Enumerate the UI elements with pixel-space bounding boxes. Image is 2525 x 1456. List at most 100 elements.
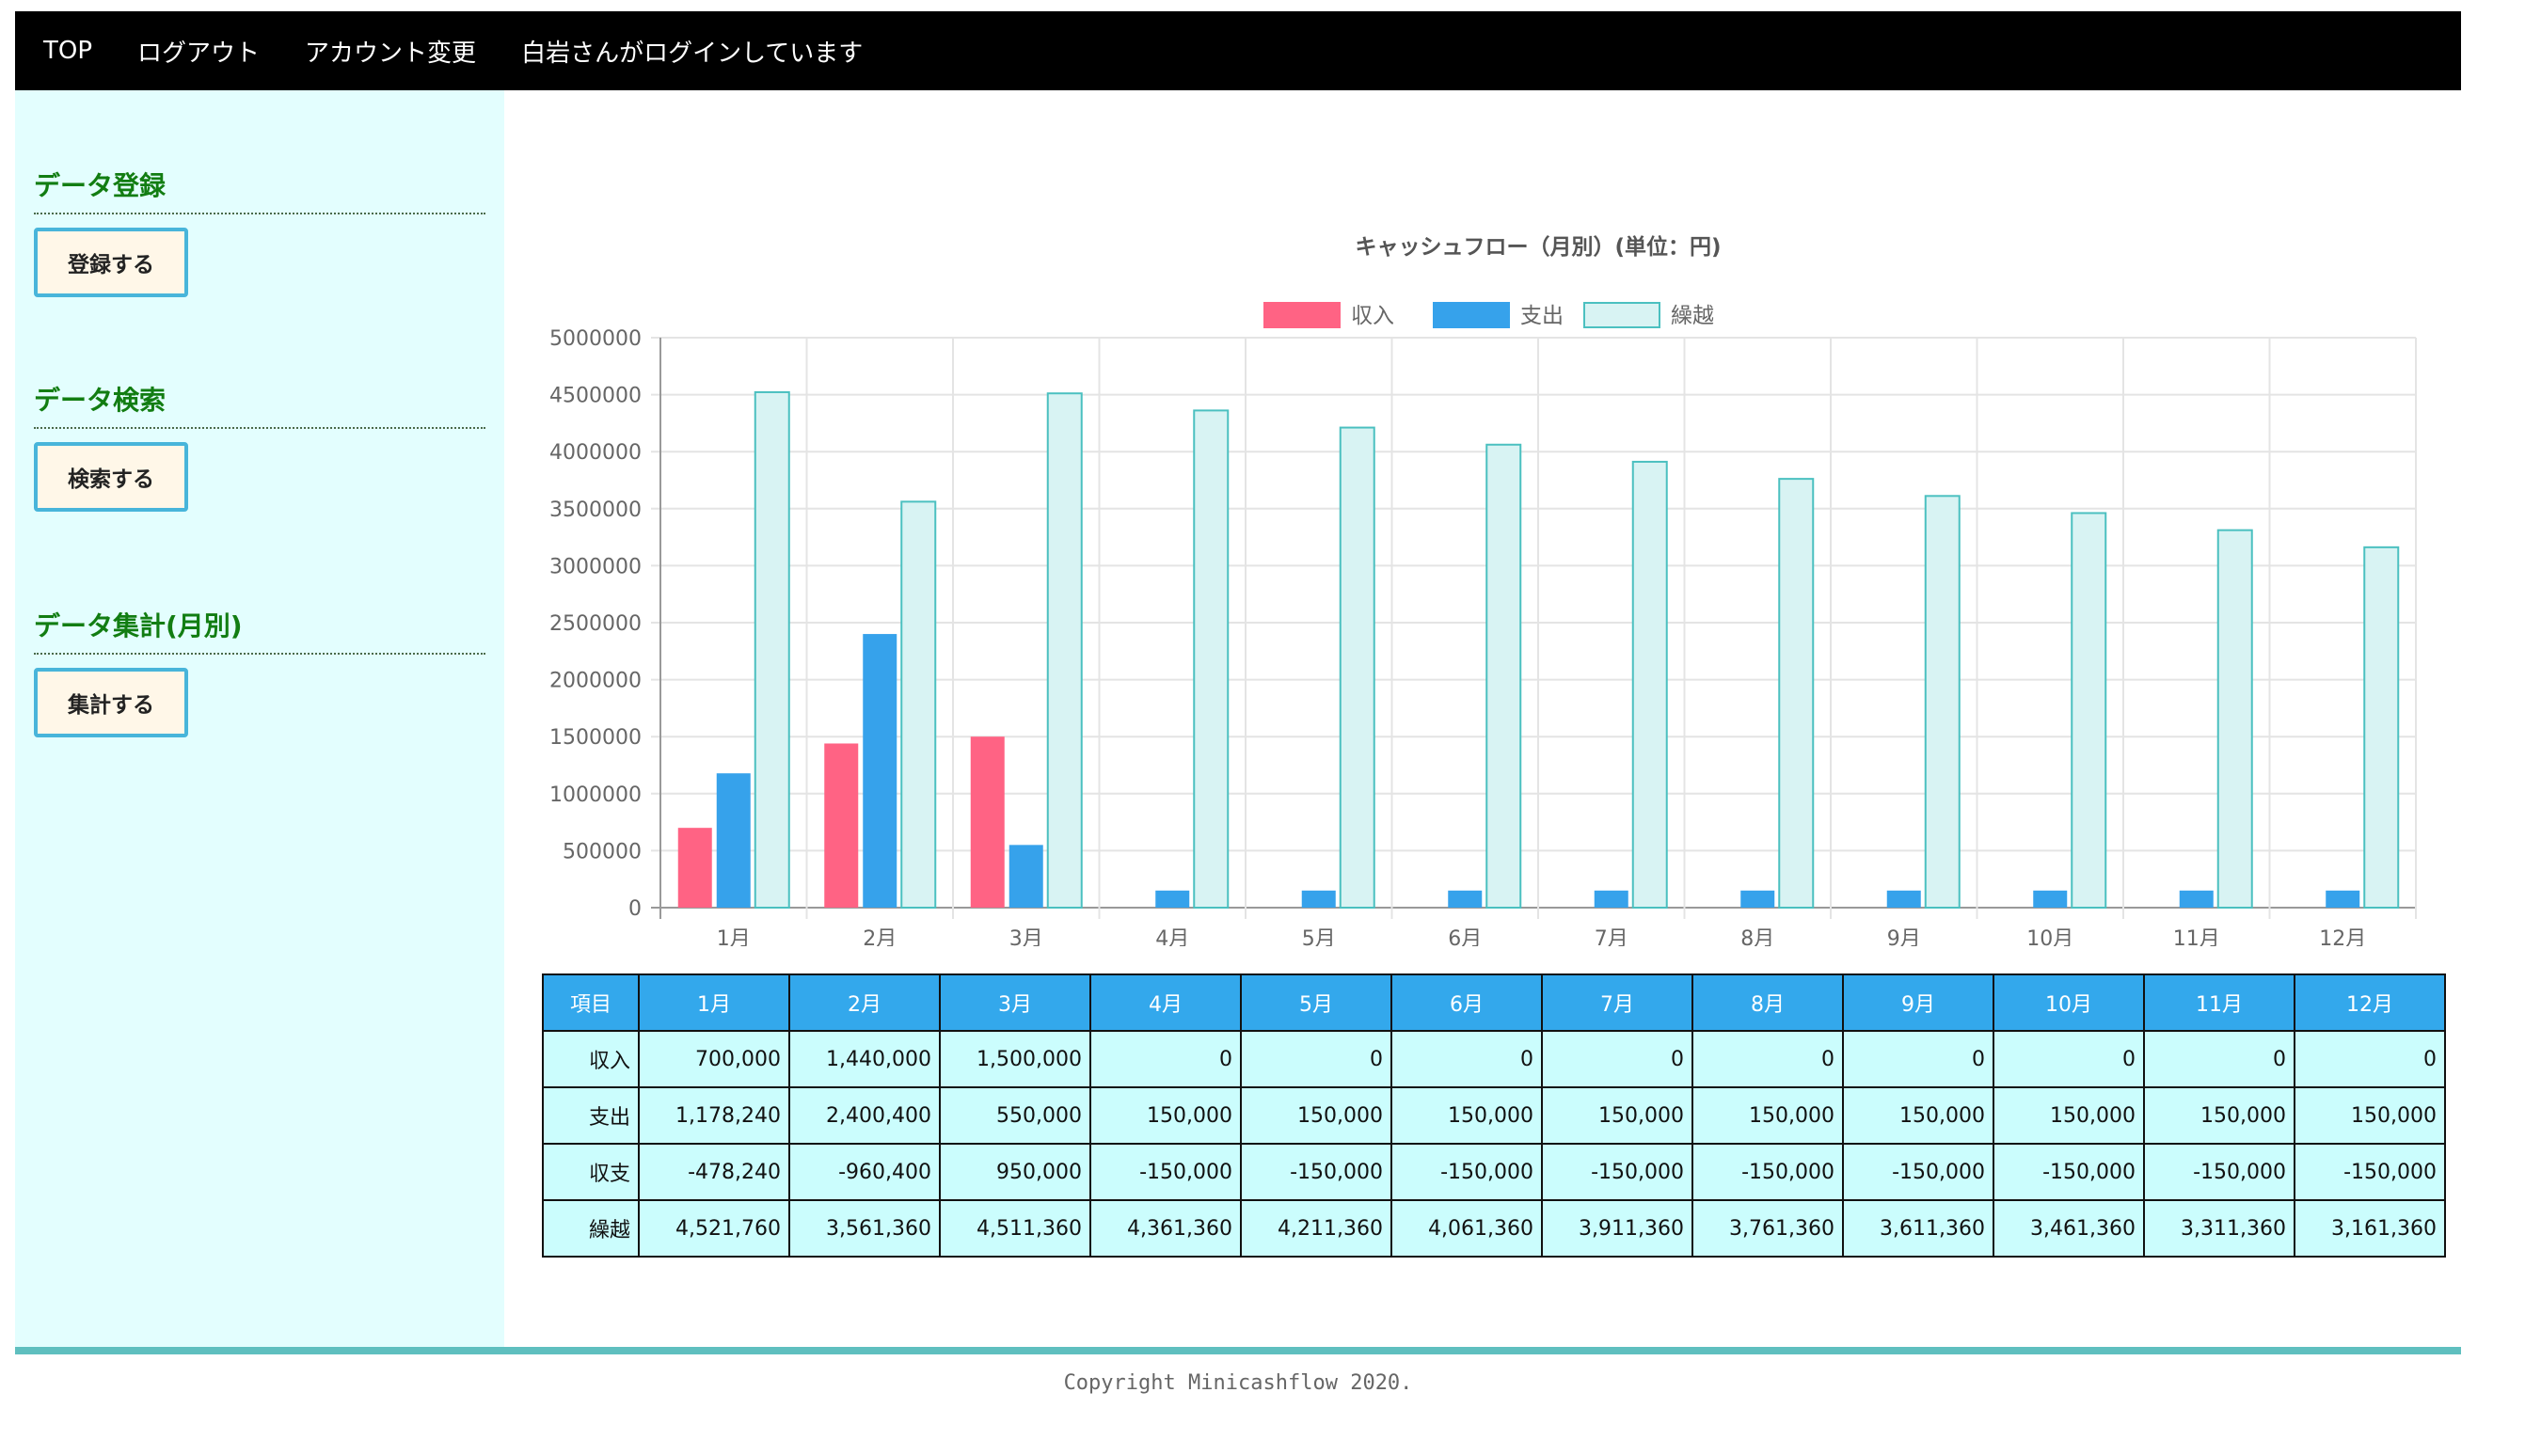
table-cell: 0 [1240, 1030, 1392, 1088]
table-cell: -150,000 [1691, 1143, 1844, 1201]
legend-swatch [1263, 302, 1341, 328]
summary-button[interactable]: 集計する [34, 668, 188, 737]
top-nav: TOP ログアウト アカウント変更 白岩さんがログインしています [15, 11, 2461, 90]
register-section: データ登録 登録する [34, 166, 485, 297]
table-header-month: 9月 [1842, 973, 1994, 1032]
table-header-month: 10月 [1993, 973, 2145, 1032]
legend-label: 支出 [1520, 304, 1564, 328]
table-cell: 550,000 [939, 1086, 1091, 1145]
chart-title: キャッシュフロー（月別）(単位：円) [1355, 234, 1721, 260]
bar [1339, 426, 1375, 909]
table-cell: 150,000 [1089, 1086, 1242, 1145]
table-header-month: 1月 [638, 973, 790, 1032]
table-header-month: 8月 [1691, 973, 1844, 1032]
y-tick-label: 4500000 [549, 385, 642, 408]
bar [1046, 392, 1083, 910]
table-cell: 0 [1541, 1030, 1693, 1088]
register-button[interactable]: 登録する [34, 228, 188, 297]
table-cell: 0 [1842, 1030, 1994, 1088]
table-row-label: 収支 [542, 1143, 640, 1201]
table-body: 収入 700,000 1,440,000 1,500,000 0 0 0 0 0 0 0 0 0 支出 1,… [542, 1030, 2446, 1258]
table-cell: 950,000 [939, 1143, 1091, 1201]
table-row-label: 収入 [542, 1030, 640, 1088]
table-cell: -150,000 [1842, 1143, 1994, 1201]
table-header-month: 12月 [2294, 973, 2446, 1032]
table-cell: -960,400 [788, 1143, 941, 1201]
table-cell: -150,000 [1390, 1143, 1543, 1201]
bar [863, 634, 897, 908]
table-cell: 4,361,360 [1089, 1199, 1242, 1258]
bar [1301, 890, 1336, 908]
table-cell: 3,761,360 [1691, 1199, 1844, 1258]
y-tick-label: 4000000 [549, 441, 642, 465]
y-tick-label: 1500000 [549, 726, 642, 750]
table-row: 繰越 4,521,760 3,561,360 4,511,360 4,361,360 4,… [542, 1199, 2446, 1258]
table-cell: 0 [2294, 1030, 2446, 1088]
x-tick-label: 5月 [1302, 927, 1336, 946]
table-cell: 150,000 [1993, 1086, 2145, 1145]
login-status: 白岩さんがログインしています [521, 39, 864, 68]
y-tick-label: 3500000 [549, 499, 642, 522]
table-cell: 3,911,360 [1541, 1199, 1693, 1258]
bar [1740, 890, 1775, 908]
main-content: キャッシュフロー（月別）(単位：円) 収入 支出 繰越 0 500000 1000000 15… [504, 90, 2461, 1347]
legend-swatch [1583, 302, 1660, 328]
table-cell: 1,500,000 [939, 1030, 1091, 1088]
register-title: データ登録 [34, 166, 485, 214]
search-section: データ検索 検索する [34, 380, 485, 512]
table-cell: -150,000 [1089, 1143, 1242, 1201]
y-tick-label: 1000000 [549, 783, 642, 807]
bar [1155, 890, 1190, 908]
table-cell: 3,561,360 [788, 1199, 941, 1258]
table-cell: 0 [1089, 1030, 1242, 1088]
x-tick-label: 8月 [1740, 927, 1774, 946]
bar [2326, 890, 2360, 908]
bar [1924, 495, 1961, 909]
table-cell: 4,511,360 [939, 1199, 1091, 1258]
nav-account-link[interactable]: アカウント変更 [305, 34, 476, 69]
table-cell: -150,000 [1993, 1143, 2145, 1201]
table-row: 収支 -478,240 -960,400 950,000 -150,000 -150,00… [542, 1143, 2446, 1201]
bar [1485, 443, 1522, 910]
bar [1448, 890, 1483, 908]
bar [2179, 890, 2214, 908]
nav-logout-link[interactable]: ログアウト [137, 34, 260, 69]
page: TOP ログアウト アカウント変更 白岩さんがログインしています データ登録 登… [15, 11, 2461, 1456]
table-cell: 150,000 [2294, 1086, 2446, 1145]
x-tick-label: 6月 [1448, 927, 1482, 946]
table-cell: 150,000 [2143, 1086, 2295, 1145]
table-cell: 3,311,360 [2143, 1199, 2295, 1258]
table-cell: 3,461,360 [1993, 1199, 2145, 1258]
footer-copyright: Copyright Minicashflow 2020. [1063, 1371, 1413, 1395]
search-button[interactable]: 検索する [34, 442, 188, 512]
table-header-row: 項目 1月 2月 3月 4月 5月 6月 7月 8月 9月 10月 11月 12月 [542, 973, 2446, 1032]
cashflow-chart: キャッシュフロー（月別）(単位：円) 収入 支出 繰越 0 500000 1000000 15… [549, 234, 2417, 946]
table-header-month: 3月 [939, 973, 1091, 1032]
bar [970, 736, 1005, 908]
cashflow-table: 項目 1月 2月 3月 4月 5月 6月 7月 8月 9月 10月 11月 12月 収入 700,000… [542, 973, 2446, 1258]
bar [2363, 546, 2400, 909]
legend-swatch [1433, 302, 1510, 328]
table-row-label: 支出 [542, 1086, 640, 1145]
x-tick-label: 10月 [2026, 927, 2073, 946]
table-cell: 4,521,760 [638, 1199, 790, 1258]
table-cell: 1,440,000 [788, 1030, 941, 1088]
table-cell: 0 [2143, 1030, 2295, 1088]
table-cell: 2,400,400 [788, 1086, 941, 1145]
table-cell: 4,061,360 [1390, 1199, 1543, 1258]
table-header-item: 項目 [542, 973, 640, 1032]
bar [1008, 845, 1043, 908]
bar [754, 390, 790, 909]
table-row: 収入 700,000 1,440,000 1,500,000 0 0 0 0 0 0 0 0 0 [542, 1030, 2446, 1088]
x-tick-label: 4月 [1155, 927, 1189, 946]
table-header-month: 11月 [2143, 973, 2295, 1032]
summary-title: データ集計(月別) [34, 606, 485, 655]
table-cell: 0 [1993, 1030, 2145, 1088]
x-tick-label: 3月 [1009, 927, 1043, 946]
nav-top-link[interactable]: TOP [43, 37, 92, 65]
table-cell: 1,178,240 [638, 1086, 790, 1145]
table-cell: -150,000 [2143, 1143, 2295, 1201]
search-title: データ検索 [34, 380, 485, 429]
table-cell: 150,000 [1842, 1086, 1994, 1145]
bar [1594, 890, 1628, 908]
